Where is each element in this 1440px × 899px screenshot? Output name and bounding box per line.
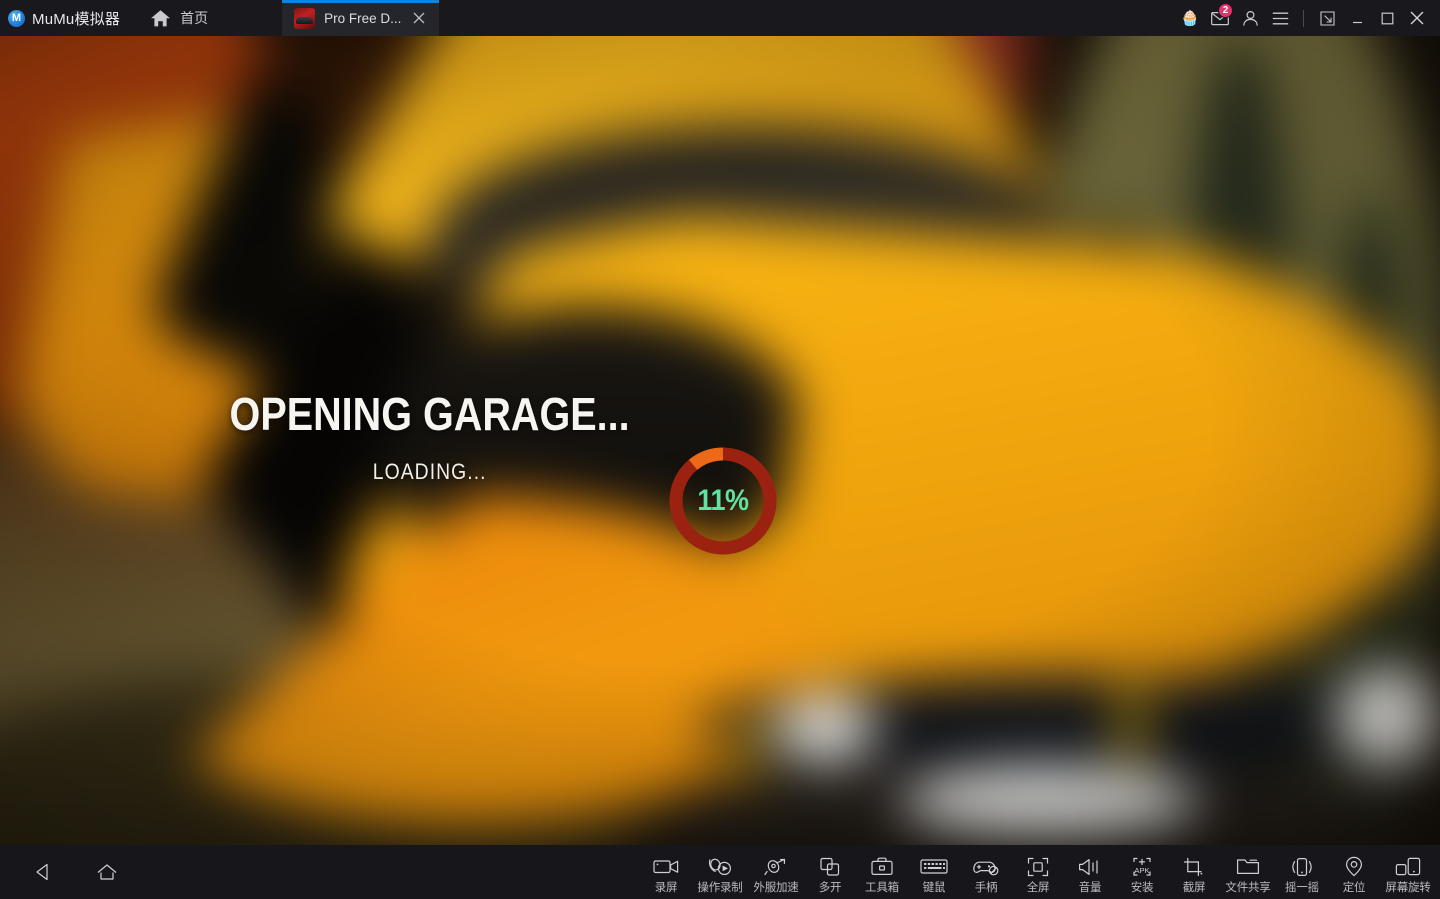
video-camera-icon xyxy=(653,855,679,879)
title-bar: M MuMu模拟器 首页 Pro Free D... 🧁 2 xyxy=(0,0,1440,36)
tool-label: 操作录制 xyxy=(697,881,743,894)
tool-volume[interactable]: 音量 xyxy=(1064,850,1116,895)
loading-subtitle: LOADING... xyxy=(373,459,487,484)
tool-label: 定位 xyxy=(1342,881,1366,894)
progress-percent-label: 11% xyxy=(697,484,749,517)
tool-label: 音量 xyxy=(1078,881,1102,894)
tool-screen-record[interactable]: 录屏 xyxy=(640,850,692,895)
toolbox-icon xyxy=(870,855,894,879)
multi-instance-icon xyxy=(819,855,841,879)
tool-rotate-screen[interactable]: 屏幕旋转 xyxy=(1380,850,1436,895)
home-tab[interactable]: 首页 xyxy=(144,4,214,32)
tool-keyboard-mouse[interactable]: 键鼠 xyxy=(908,850,960,895)
restore-down-icon[interactable] xyxy=(1313,4,1341,32)
titlebar-actions: 🧁 2 xyxy=(1176,3,1440,32)
rotate-screen-icon xyxy=(1395,855,1421,879)
keyboard-icon xyxy=(920,855,948,879)
shake-phone-icon xyxy=(1289,855,1315,879)
mumu-logo-icon: M xyxy=(8,9,25,27)
tool-label: 全屏 xyxy=(1026,881,1050,894)
tool-label: 截屏 xyxy=(1182,881,1206,894)
toolbar-divider xyxy=(1303,9,1304,27)
folder-share-icon xyxy=(1236,855,1260,879)
minimize-icon[interactable] xyxy=(1343,4,1371,32)
screenshot-icon xyxy=(1183,855,1205,879)
back-button[interactable] xyxy=(26,855,60,889)
tool-multi-instance[interactable]: 多开 xyxy=(804,850,856,895)
menu-icon[interactable] xyxy=(1266,4,1294,32)
house-icon xyxy=(95,862,119,882)
location-pin-icon xyxy=(1344,855,1364,879)
gamepad-icon xyxy=(973,855,999,879)
mail-icon[interactable]: 2 xyxy=(1206,3,1234,32)
tool-label: 多开 xyxy=(818,881,842,894)
tool-label: 录屏 xyxy=(654,881,678,894)
volume-icon xyxy=(1078,855,1102,879)
cupcake-icon[interactable]: 🧁 xyxy=(1176,4,1204,32)
tool-file-share[interactable]: 文件共享 xyxy=(1220,850,1276,895)
tool-network-accel[interactable]: 外服加速 xyxy=(748,850,804,895)
tool-gamepad[interactable]: 手柄 xyxy=(960,850,1012,895)
app-brand: M MuMu模拟器 xyxy=(0,8,120,29)
triangle-left-icon xyxy=(33,862,53,882)
tool-label: 外服加速 xyxy=(753,881,799,894)
progress-ring: 11% xyxy=(663,441,783,561)
bottom-toolbar: 录屏 操作录制 外服加速 多开 工具箱 键鼠 手柄 全屏 音量 APK 安装 截… xyxy=(0,845,1440,899)
tool-screenshot[interactable]: 截屏 xyxy=(1168,850,1220,895)
tool-label: 安装 xyxy=(1130,881,1154,894)
android-nav-buttons xyxy=(0,855,124,889)
tab-label: Pro Free D... xyxy=(324,10,402,26)
apk-install-icon: APK xyxy=(1129,855,1155,879)
tool-label: 摇一摇 xyxy=(1285,881,1319,894)
macro-record-icon xyxy=(707,855,733,879)
tool-location[interactable]: 定位 xyxy=(1328,850,1380,895)
home-tab-label: 首页 xyxy=(180,10,209,26)
loading-title: OPENING GARAGE... xyxy=(229,388,631,440)
app-title: MuMu模拟器 xyxy=(32,10,121,28)
svg-text:APK: APK xyxy=(1134,866,1149,875)
close-icon[interactable] xyxy=(1403,4,1431,32)
tool-fullscreen[interactable]: 全屏 xyxy=(1012,850,1064,895)
feature-tools: 录屏 操作录制 外服加速 多开 工具箱 键鼠 手柄 全屏 音量 APK 安装 截… xyxy=(640,850,1440,895)
tool-macro-record[interactable]: 操作录制 xyxy=(692,850,748,895)
tab-pro-free-d[interactable]: Pro Free D... xyxy=(282,0,440,36)
tool-label: 屏幕旋转 xyxy=(1385,881,1431,894)
tool-label: 手柄 xyxy=(974,881,998,894)
app-icon xyxy=(294,7,316,29)
tool-toolbox[interactable]: 工具箱 xyxy=(856,850,908,895)
tool-label: 文件共享 xyxy=(1225,881,1271,894)
user-icon[interactable] xyxy=(1236,4,1264,32)
house-icon xyxy=(150,9,171,28)
home-button[interactable] xyxy=(90,855,124,889)
emulator-screen[interactable]: OPENING GARAGE... LOADING... 11% xyxy=(0,36,1440,845)
notification-badge: 2 xyxy=(1218,3,1233,18)
tool-label: 键鼠 xyxy=(922,881,946,894)
tool-install-apk[interactable]: APK 安装 xyxy=(1116,850,1168,895)
maximize-icon[interactable] xyxy=(1373,4,1401,32)
close-tab-icon[interactable] xyxy=(410,9,428,27)
tab-strip: Pro Free D... xyxy=(282,0,440,36)
tool-shake[interactable]: 摇一摇 xyxy=(1276,850,1328,895)
tool-label: 工具箱 xyxy=(865,881,899,894)
fullscreen-icon xyxy=(1027,855,1049,879)
emulator-window: M MuMu模拟器 首页 Pro Free D... 🧁 2 OPENING G… xyxy=(0,0,1440,899)
network-accel-icon xyxy=(763,855,789,879)
